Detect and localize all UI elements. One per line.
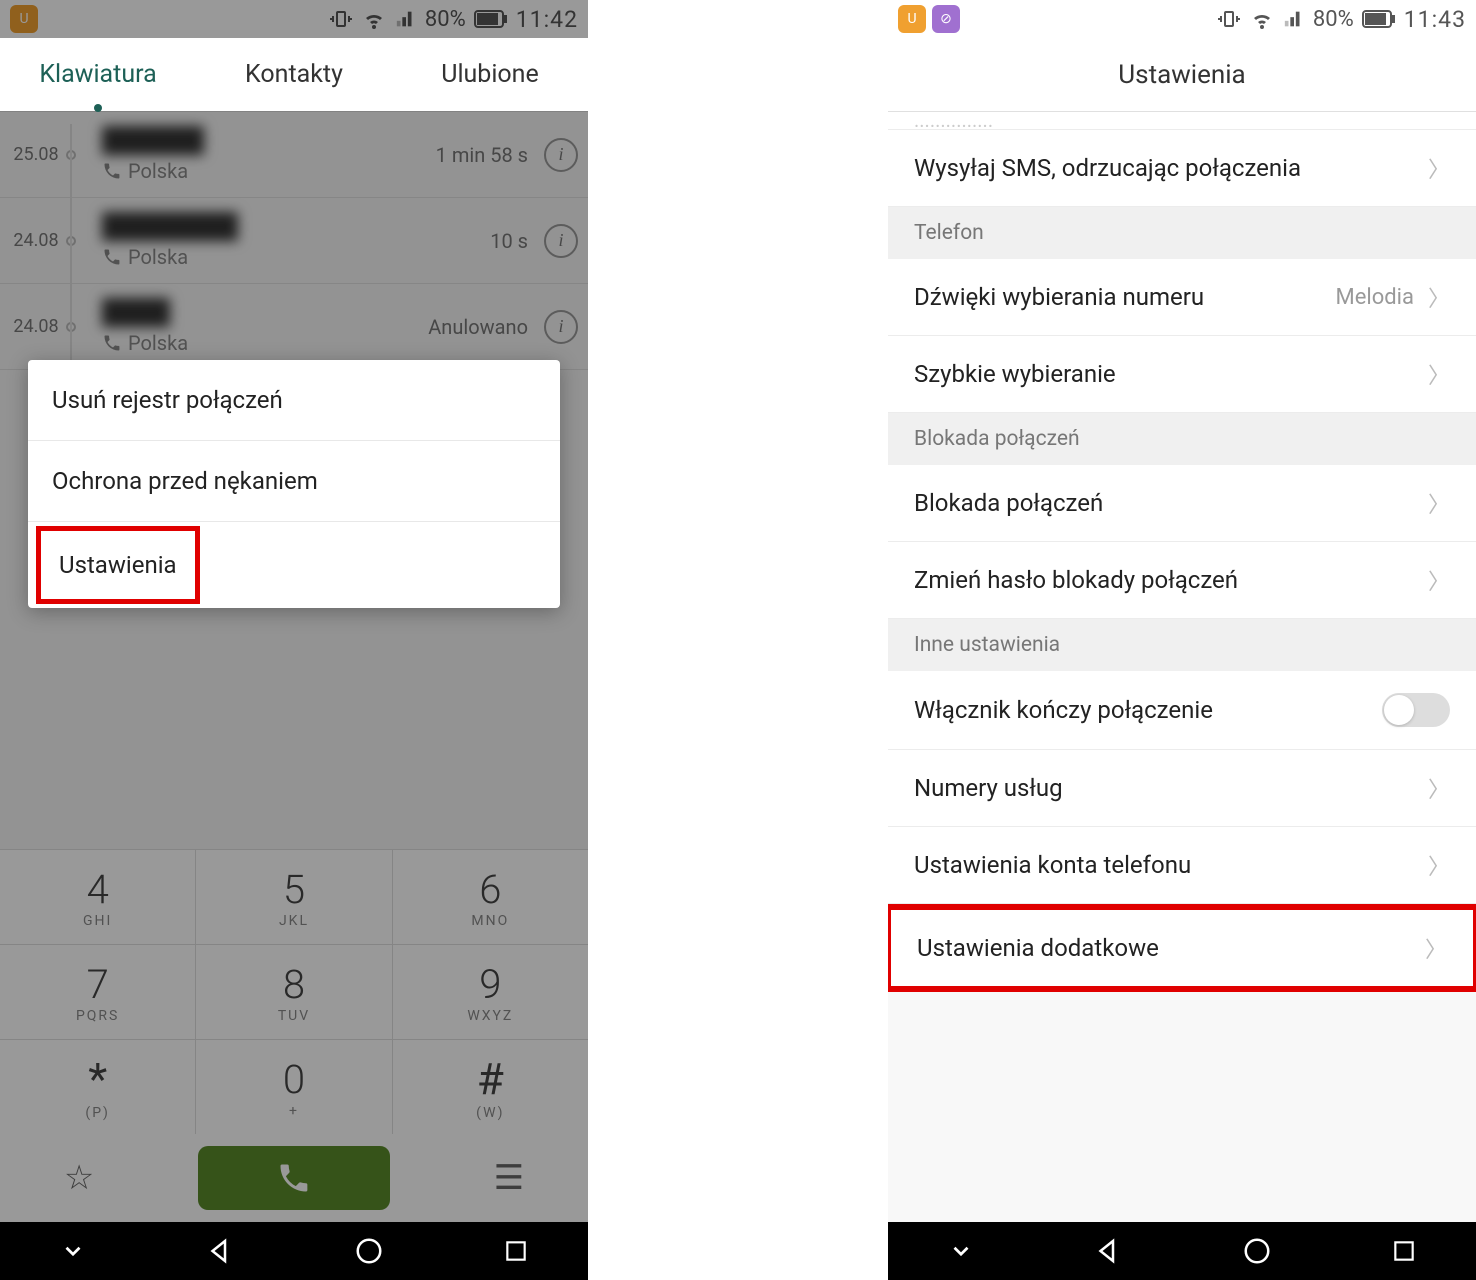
tab-keypad[interactable]: Klawiatura (0, 38, 196, 111)
vibrate-icon (1217, 7, 1241, 31)
info-button[interactable]: i (544, 310, 578, 344)
settings-phone-account[interactable]: Ustawienia konta telefonu 〉 (888, 827, 1476, 904)
battery-percent: 80% (1313, 7, 1354, 32)
battery-icon (1362, 10, 1396, 28)
call-log-row[interactable]: 25.08 ██████ Polska 1 min 58 s i (0, 112, 588, 198)
nav-home-icon[interactable] (354, 1236, 384, 1266)
nav-chevron-down-icon[interactable] (948, 1238, 974, 1264)
chevron-right-icon: 〉 (1428, 564, 1450, 596)
tab-favorites[interactable]: Ulubione (392, 38, 588, 111)
key-5[interactable]: 5JKL (196, 850, 392, 944)
clock: 11:42 (516, 6, 578, 33)
settings-additional[interactable]: Ustawienia dodatkowe 〉 (891, 910, 1473, 986)
signal-icon (395, 8, 417, 30)
chevron-right-icon: 〉 (1428, 152, 1450, 184)
settings-change-password[interactable]: Zmień hasło blokady połączeń 〉 (888, 542, 1476, 619)
wifi-icon (361, 7, 387, 31)
info-button[interactable]: i (544, 224, 578, 258)
call-log-row[interactable]: 24.08 ████████ Polska 10 s i (0, 198, 588, 284)
toggle-switch[interactable] (1382, 693, 1450, 727)
settings-list: ............... Wysyłaj SMS, odrzucając … (888, 112, 1476, 1222)
battery-icon (474, 10, 508, 28)
system-nav (888, 1222, 1476, 1280)
battery-percent: 80% (425, 7, 466, 32)
chevron-right-icon: 〉 (1428, 358, 1450, 390)
page-title: Ustawienia (888, 38, 1476, 112)
nav-home-icon[interactable] (1242, 1236, 1272, 1266)
nav-back-icon[interactable] (1093, 1236, 1123, 1266)
chevron-right-icon: 〉 (1428, 772, 1450, 804)
settings-power-ends-call[interactable]: Włącznik kończy połączenie (888, 671, 1476, 750)
menu-harassment-protection[interactable]: Ochrona przed nękaniem (28, 441, 560, 522)
status-bar: U ⊘ 80% 11:43 (888, 0, 1476, 38)
nav-chevron-down-icon[interactable] (60, 1238, 86, 1264)
contact-name: ██████ (102, 126, 204, 155)
tab-contacts[interactable]: Kontakty (196, 38, 392, 111)
notification-icon-2: ⊘ (932, 5, 960, 33)
settings-speed-dial[interactable]: Szybkie wybieranie 〉 (888, 336, 1476, 413)
status-bar: U 80% 11:42 (0, 0, 588, 38)
section-blokada: Blokada połączeń (888, 413, 1476, 465)
menu-settings[interactable]: Ustawienia (36, 526, 200, 604)
key-8[interactable]: 8TUV (196, 945, 392, 1039)
left-phone-screen: U 80% 11:42 Klawiatura Kontakty Ulubione… (0, 0, 588, 1280)
settings-item-cutoff: ............... (888, 112, 1476, 130)
section-inne: Inne ustawienia (888, 619, 1476, 671)
menu-delete-log[interactable]: Usuń rejestr połączeń (28, 360, 560, 441)
key-0[interactable]: 0+ (196, 1040, 392, 1134)
context-menu: Usuń rejestr połączeń Ochrona przed nęka… (28, 360, 560, 608)
nav-recents-icon[interactable] (1391, 1238, 1417, 1264)
chevron-right-icon: 〉 (1428, 487, 1450, 519)
contact-name: ████████ (102, 212, 238, 241)
settings-call-barring[interactable]: Blokada połączeń 〉 (888, 465, 1476, 542)
key-9[interactable]: 9WXYZ (393, 945, 588, 1039)
clock: 11:43 (1404, 6, 1466, 33)
star-icon[interactable]: ☆ (64, 1158, 94, 1198)
notification-icon: U (10, 5, 38, 33)
chevron-right-icon: 〉 (1428, 849, 1450, 881)
vibrate-icon (329, 7, 353, 31)
key-4[interactable]: 4GHI (0, 850, 196, 944)
dial-sounds-value: Melodia (1335, 285, 1414, 310)
signal-icon (1283, 8, 1305, 30)
phone-action-bar: ☆ ☰ (0, 1134, 588, 1222)
settings-service-numbers[interactable]: Numery usług 〉 (888, 750, 1476, 827)
settings-dial-sounds[interactable]: Dźwięki wybierania numeru Melodia 〉 (888, 259, 1476, 336)
call-log-row[interactable]: 24.08 ████ Polska Anulowano i (0, 284, 588, 370)
wifi-icon (1249, 7, 1275, 31)
keypad: 4GHI 5JKL 6MNO 7PQRS 8TUV 9WXYZ *(P) 0+ … (0, 849, 588, 1134)
contact-name: ████ (102, 298, 170, 327)
nav-recents-icon[interactable] (503, 1238, 529, 1264)
settings-sms-reject[interactable]: Wysyłaj SMS, odrzucając połączenia 〉 (888, 130, 1476, 207)
highlight-annotation: Ustawienia dodatkowe 〉 (888, 904, 1476, 992)
key-hash[interactable]: #(W) (393, 1040, 588, 1134)
info-button[interactable]: i (544, 138, 578, 172)
right-settings-screen: U ⊘ 80% 11:43 Ustawienia ...............… (888, 0, 1476, 1280)
nav-back-icon[interactable] (205, 1236, 235, 1266)
section-telefon: Telefon (888, 207, 1476, 259)
menu-icon[interactable]: ☰ (494, 1158, 524, 1198)
chevron-right-icon: 〉 (1428, 281, 1450, 313)
chevron-right-icon: 〉 (1425, 932, 1447, 964)
system-nav (0, 1222, 588, 1280)
key-6[interactable]: 6MNO (393, 850, 588, 944)
key-7[interactable]: 7PQRS (0, 945, 196, 1039)
call-button[interactable] (198, 1146, 390, 1210)
notification-icon: U (898, 5, 926, 33)
phone-tabs: Klawiatura Kontakty Ulubione (0, 38, 588, 112)
key-star[interactable]: *(P) (0, 1040, 196, 1134)
